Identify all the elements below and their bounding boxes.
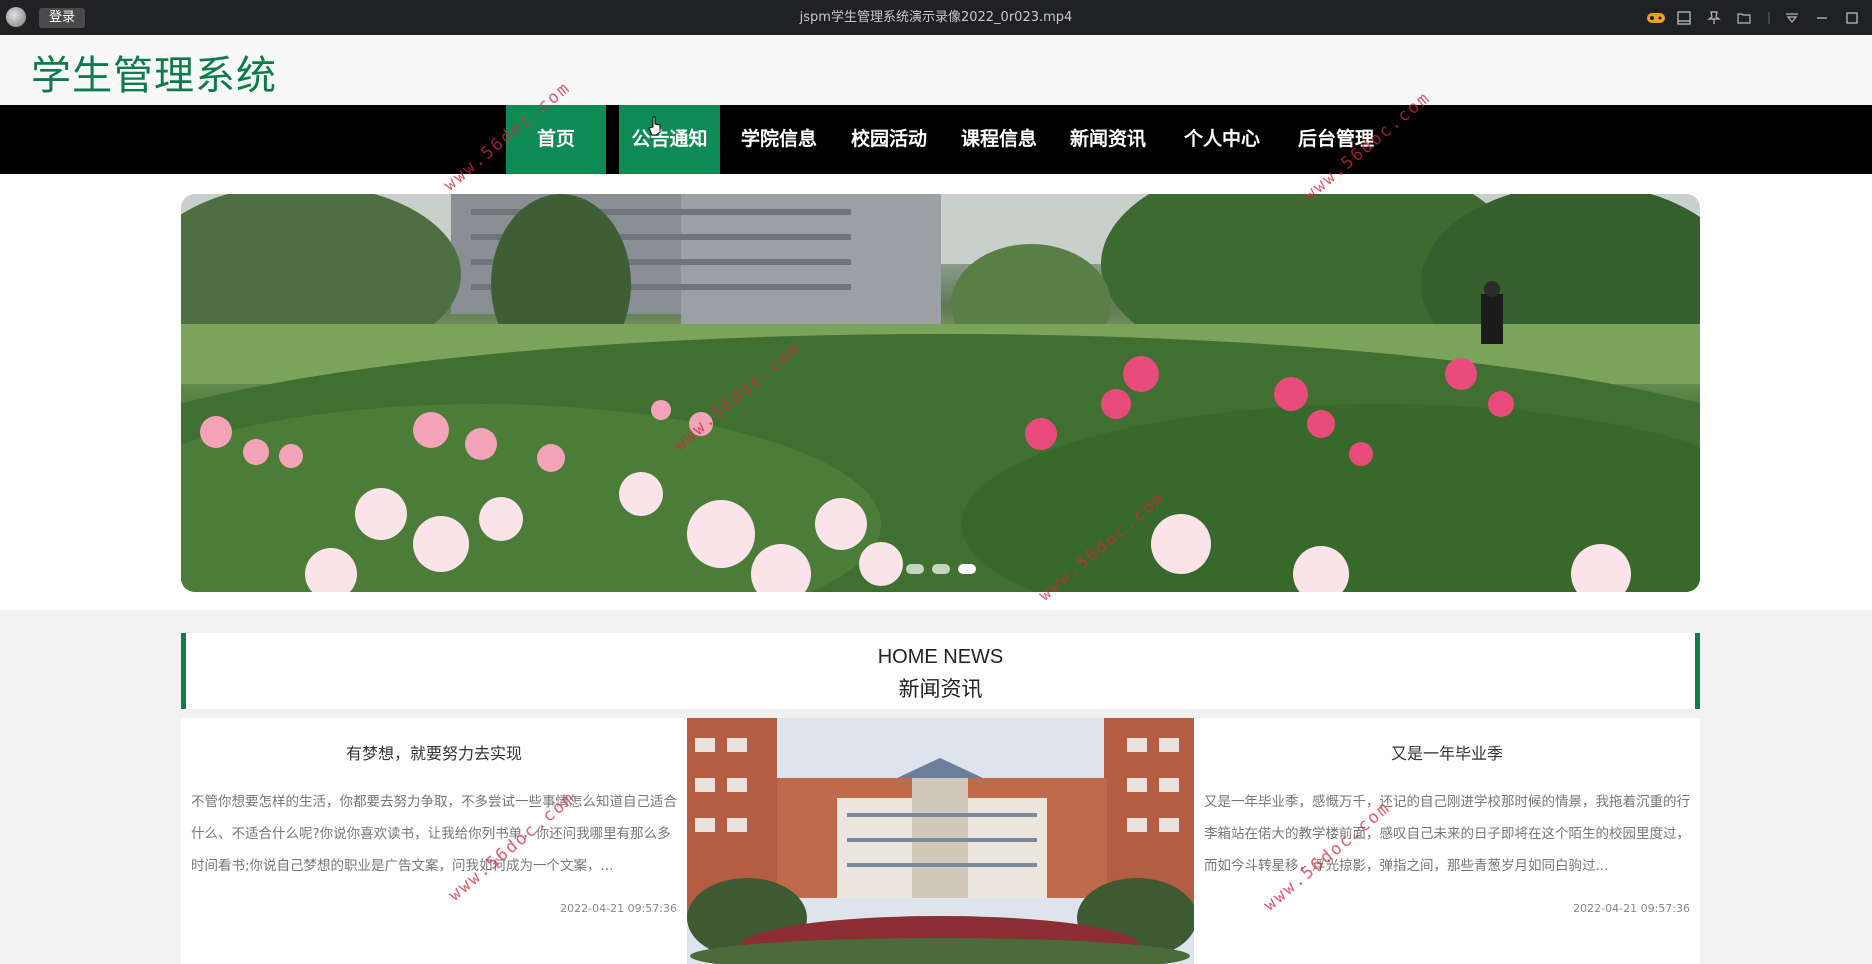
news-card-date: 2022-04-21 09:57:36 [1573,902,1690,915]
player-window-title: jspm学生管理系统演示录像2022_0r023.mp4 [799,10,1073,25]
carousel-dot-2[interactable] [931,564,950,574]
news-card-2[interactable]: 又是一年毕业季 又是一年毕业季，感慨万千，还记的自己刚进学校那时候的情景，我拖着… [1194,718,1700,964]
player-title-bar: 登录 jspm学生管理系统演示录像2022_0r023.mp4 [0,0,1872,35]
nav-item-news[interactable]: 新闻资讯 [1059,105,1157,174]
campus-building-scene [687,718,1194,964]
news-heading-cn: 新闻资讯 [898,677,983,701]
playlist-icon[interactable] [1676,10,1694,26]
minimize-icon[interactable] [1814,10,1832,26]
banner-section [0,174,1872,610]
carousel-indicators [181,564,1700,574]
news-card-1[interactable]: 有梦想，就要努力去实现 不管你想要怎样的生活，你都要去努力争取，不多尝试一些事情… [181,718,687,964]
maximize-icon[interactable] [1844,10,1862,26]
banner-scene [181,194,1700,592]
nav-item-profile[interactable]: 个人中心 [1172,105,1272,174]
mouse-cursor-icon [648,116,661,136]
nav-item-notice[interactable]: 公告通知 [619,105,720,174]
nav-item-college[interactable]: 学院信息 [730,105,828,174]
news-card-date: 2022-04-21 09:57:36 [560,902,677,915]
carousel-dot-3[interactable] [957,564,976,574]
game-controller-icon[interactable] [1646,10,1665,26]
nav-item-activity[interactable]: 校园活动 [840,105,938,174]
nav-item-admin[interactable]: 后台管理 [1286,105,1386,174]
news-card-summary: 又是一年毕业季，感慨万千，还记的自己刚进学校那时候的情景，我拖着沉重的行李箱站在… [1204,794,1690,874]
main-nav: 首页 公告通知 学院信息 校园活动 课程信息 新闻资讯 个人中心 后台管理 [0,105,1872,174]
site-header: 学生管理系统 [0,35,1872,105]
news-card-summary: 不管你想要怎样的生活，你都要去努力争取，不多尝试一些事情怎么知道自己适合什么、不… [191,794,677,874]
news-card-title[interactable]: 又是一年毕业季 [1194,740,1700,764]
news-feature-image[interactable] [687,718,1194,964]
separator-icon [1766,10,1772,26]
nav-item-home[interactable]: 首页 [506,105,606,174]
site-title[interactable]: 学生管理系统 [31,43,277,101]
news-cards: 有梦想，就要努力去实现 不管你想要怎样的生活，你都要去努力争取，不多尝试一些事情… [181,718,1700,964]
carousel-dot-1[interactable] [905,564,924,574]
pin-icon[interactable] [1706,10,1724,26]
dropdown-menu-icon[interactable] [1784,10,1802,26]
banner-carousel-image[interactable] [181,194,1700,592]
news-card-title[interactable]: 有梦想，就要努力去实现 [181,740,687,764]
folder-icon[interactable] [1736,10,1754,26]
nav-item-course[interactable]: 课程信息 [950,105,1048,174]
player-toolbar [1646,9,1862,27]
news-section-header: HOME NEWS 新闻资讯 [181,633,1700,709]
news-heading-en: HOME NEWS [877,646,1004,668]
